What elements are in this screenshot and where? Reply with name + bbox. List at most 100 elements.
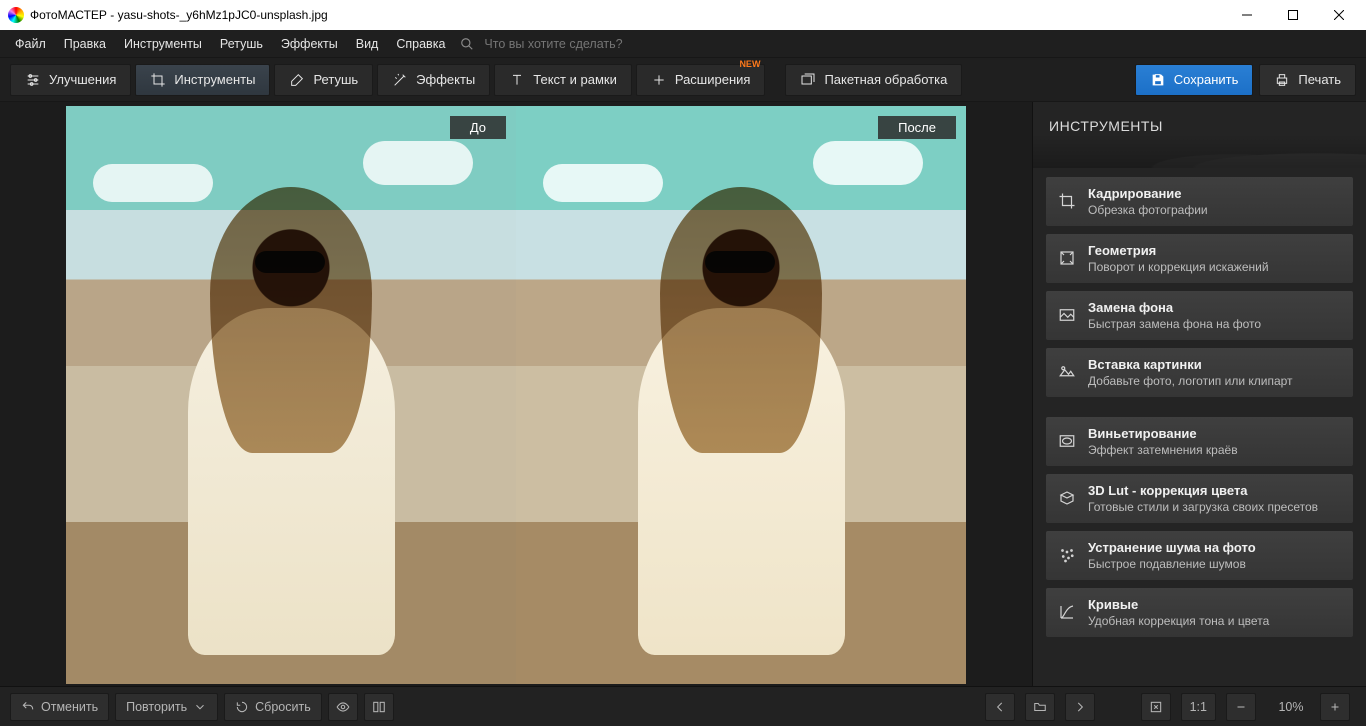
undo-label: Отменить [41, 700, 98, 714]
reset-button[interactable]: Сбросить [224, 693, 322, 721]
save-icon [1150, 72, 1166, 88]
redo-button[interactable]: Повторить [115, 693, 218, 721]
print-label: Печать [1298, 72, 1341, 87]
zoom-in-button[interactable] [1320, 693, 1350, 721]
command-search-input[interactable] [482, 36, 682, 52]
text-icon [509, 72, 525, 88]
zoom-out-button[interactable] [1226, 693, 1256, 721]
command-search[interactable] [460, 36, 682, 52]
new-badge: NEW [739, 59, 760, 69]
tool-subtitle: Быстрая замена фона на фото [1088, 316, 1261, 332]
toolbar: Улучшения Инструменты Ретушь Эффекты Тек… [0, 58, 1366, 102]
save-label: Сохранить [1174, 72, 1239, 87]
redo-label: Повторить [126, 700, 187, 714]
undo-button[interactable]: Отменить [10, 693, 109, 721]
tool-title: Кривые [1088, 596, 1269, 613]
tool-title: Вставка картинки [1088, 356, 1293, 373]
folder-icon [1033, 700, 1047, 714]
tool-crop[interactable]: КадрированиеОбрезка фотографии [1045, 176, 1354, 227]
minus-icon [1234, 700, 1248, 714]
tool-title: Геометрия [1088, 242, 1269, 259]
zoom-1to1-button[interactable]: 1:1 [1181, 693, 1216, 721]
stack-icon [800, 72, 816, 88]
tab-tools-label: Инструменты [174, 72, 255, 87]
tool-subtitle: Быстрое подавление шумов [1088, 556, 1256, 572]
tool-subtitle: Добавьте фото, логотип или клипарт [1088, 373, 1293, 389]
chevron-left-icon [993, 700, 1007, 714]
chevron-right-icon [1073, 700, 1087, 714]
tab-text-label: Текст и рамки [533, 72, 617, 87]
plus-icon [651, 72, 667, 88]
canvas-area[interactable]: До После [0, 102, 1032, 686]
tab-text[interactable]: Текст и рамки [494, 64, 632, 96]
insert-icon [1056, 356, 1078, 388]
plus-icon [1328, 700, 1342, 714]
next-image-button[interactable] [1065, 693, 1095, 721]
chevron-down-icon [193, 700, 207, 714]
titlebar: ФотоМАСТЕР - yasu-shots-_y6hMz1pJC0-unsp… [0, 0, 1366, 30]
reset-label: Сбросить [255, 700, 311, 714]
tab-extensions-label: Расширения [675, 72, 751, 87]
curves-icon [1056, 596, 1078, 628]
bgswap-icon [1056, 299, 1078, 331]
menubar: Файл Правка Инструменты Ретушь Эффекты В… [0, 30, 1366, 58]
batch-processing-button[interactable]: Пакетная обработка [785, 64, 962, 96]
prev-image-button[interactable] [985, 693, 1015, 721]
open-folder-button[interactable] [1025, 693, 1055, 721]
tool-subtitle: Готовые стили и загрузка своих пресетов [1088, 499, 1318, 515]
tab-tools[interactable]: Инструменты [135, 64, 270, 96]
tab-effects[interactable]: Эффекты [377, 64, 490, 96]
preview-before: До [66, 106, 516, 684]
menu-effects[interactable]: Эффекты [272, 33, 347, 55]
reset-icon [235, 700, 249, 714]
lut-icon [1056, 482, 1078, 514]
menu-instruments[interactable]: Инструменты [115, 33, 211, 55]
window-maximize-button[interactable] [1270, 0, 1316, 30]
batch-label: Пакетная обработка [824, 72, 947, 87]
fit-screen-button[interactable] [1141, 693, 1171, 721]
compare-split-button[interactable] [364, 693, 394, 721]
tool-subtitle: Поворот и коррекция искажений [1088, 259, 1269, 275]
tool-bgswap[interactable]: Замена фонаБыстрая замена фона на фото [1045, 290, 1354, 341]
tab-retouch[interactable]: Ретушь [274, 64, 373, 96]
tool-subtitle: Эффект затемнения краёв [1088, 442, 1238, 458]
save-button[interactable]: Сохранить [1135, 64, 1254, 96]
tool-noise[interactable]: Устранение шума на фотоБыстрое подавлени… [1045, 530, 1354, 581]
tool-geometry[interactable]: ГеометрияПоворот и коррекция искажений [1045, 233, 1354, 284]
tab-effects-label: Эффекты [416, 72, 475, 87]
tool-title: 3D Lut - коррекция цвета [1088, 482, 1318, 499]
tab-improve[interactable]: Улучшения [10, 64, 131, 96]
wand-icon [392, 72, 408, 88]
crop-icon [150, 72, 166, 88]
tool-curves[interactable]: КривыеУдобная коррекция тона и цвета [1045, 587, 1354, 638]
show-original-button[interactable] [328, 693, 358, 721]
tool-title: Виньетирование [1088, 425, 1238, 442]
undo-icon [21, 700, 35, 714]
window-minimize-button[interactable] [1224, 0, 1270, 30]
window-close-button[interactable] [1316, 0, 1362, 30]
tool-subtitle: Удобная коррекция тона и цвета [1088, 613, 1269, 629]
eye-icon [336, 700, 350, 714]
tool-subtitle: Обрезка фотографии [1088, 202, 1208, 218]
tool-vignette[interactable]: ВиньетированиеЭффект затемнения краёв [1045, 416, 1354, 467]
menu-edit[interactable]: Правка [55, 33, 115, 55]
tab-retouch-label: Ретушь [313, 72, 358, 87]
app-logo-icon [8, 7, 24, 23]
preview-after: После [516, 106, 966, 684]
before-label: До [450, 116, 506, 139]
menu-help[interactable]: Справка [387, 33, 454, 55]
tool-title: Кадрирование [1088, 185, 1208, 202]
menu-file[interactable]: Файл [6, 33, 55, 55]
window-title: ФотоМАСТЕР - yasu-shots-_y6hMz1pJC0-unsp… [30, 8, 328, 22]
split-icon [372, 700, 386, 714]
menu-view[interactable]: Вид [347, 33, 388, 55]
tool-lut[interactable]: 3D Lut - коррекция цветаГотовые стили и … [1045, 473, 1354, 524]
tool-title: Устранение шума на фото [1088, 539, 1256, 556]
geometry-icon [1056, 242, 1078, 274]
sliders-icon [25, 72, 41, 88]
search-icon [460, 37, 474, 51]
tab-extensions[interactable]: Расширения NEW [636, 64, 766, 96]
print-button[interactable]: Печать [1259, 64, 1356, 96]
menu-retouch[interactable]: Ретушь [211, 33, 272, 55]
tool-insert[interactable]: Вставка картинкиДобавьте фото, логотип и… [1045, 347, 1354, 398]
